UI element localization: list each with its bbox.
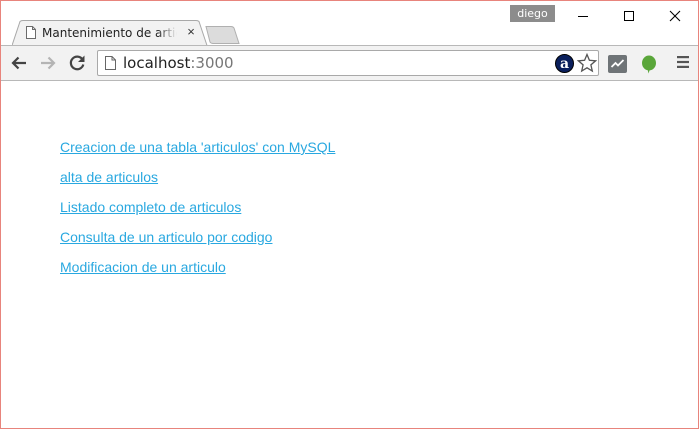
- close-icon: [669, 10, 681, 22]
- minimize-button[interactable]: [560, 1, 606, 31]
- browser-toolbar: localhost:3000 a: [1, 45, 698, 81]
- tab-active[interactable]: Mantenimiento de articulos ×: [12, 20, 208, 46]
- page-icon: [26, 26, 36, 39]
- evernote-icon[interactable]: [641, 55, 657, 74]
- maximize-button[interactable]: [606, 1, 652, 31]
- link-modify-article[interactable]: Modificacion de un articulo: [60, 259, 226, 275]
- list-item: Modificacion de un articulo: [60, 259, 335, 289]
- url-text[interactable]: localhost:3000: [123, 55, 234, 72]
- chart-extension-icon[interactable]: [608, 55, 627, 73]
- tab-close-button[interactable]: ×: [185, 25, 197, 39]
- link-full-listing[interactable]: Listado completo de articulos: [60, 199, 241, 215]
- close-window-button[interactable]: [652, 1, 698, 31]
- tab-title: Mantenimiento de articulos: [42, 26, 177, 40]
- link-create-table[interactable]: Creacion de una tabla 'articulos' con My…: [60, 139, 335, 155]
- star-icon[interactable]: [577, 53, 597, 73]
- back-arrow-icon[interactable]: [10, 54, 28, 72]
- link-add-article[interactable]: alta de articulos: [60, 169, 158, 185]
- forward-arrow-icon[interactable]: [39, 54, 57, 72]
- list-item: Listado completo de articulos: [60, 199, 335, 229]
- browser-window: Mantenimiento de articulos × diego: [0, 0, 699, 429]
- url-host: localhost: [123, 54, 191, 72]
- hamburger-menu-icon[interactable]: [676, 55, 690, 69]
- reload-icon[interactable]: [68, 54, 86, 72]
- link-list: Creacion de una tabla 'articulos' con My…: [60, 139, 335, 289]
- list-item: Creacion de una tabla 'articulos' con My…: [60, 139, 335, 169]
- new-tab-icon[interactable]: [205, 25, 241, 45]
- page-info-icon[interactable]: [105, 56, 116, 70]
- title-bar: Mantenimiento de articulos × diego: [1, 1, 698, 46]
- amazon-a-icon[interactable]: a: [555, 54, 574, 73]
- list-item: alta de articulos: [60, 169, 335, 199]
- list-item: Consulta de un articulo por codigo: [60, 229, 335, 259]
- minimize-icon: [578, 16, 588, 17]
- address-bar[interactable]: localhost:3000 a: [97, 50, 599, 76]
- page-content: Creacion de una tabla 'articulos' con My…: [1, 81, 698, 428]
- link-query-by-code[interactable]: Consulta de un articulo por codigo: [60, 229, 272, 245]
- url-port: :3000: [190, 54, 234, 72]
- maximize-icon: [624, 11, 634, 21]
- profile-badge[interactable]: diego: [510, 5, 555, 22]
